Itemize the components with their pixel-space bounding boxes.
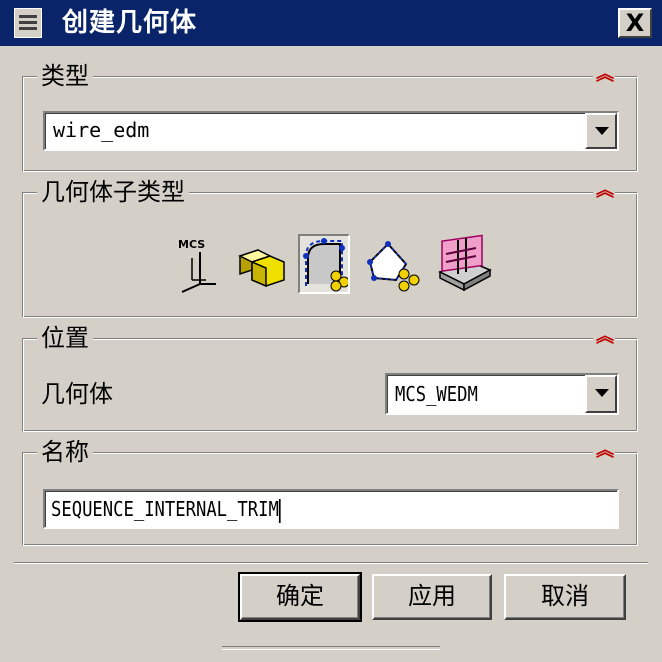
type-collapse-icon[interactable]: ︽: [593, 65, 615, 87]
name-input[interactable]: SEQUENCE_INTERNAL_TRIM: [43, 489, 619, 529]
position-collapse-icon[interactable]: ︽: [593, 327, 615, 349]
button-separator: [14, 562, 648, 564]
subtype-group-label: 几何体子类型: [37, 177, 189, 207]
name-group-label: 名称: [37, 437, 93, 467]
subtype-mcs-button[interactable]: MCS: [170, 234, 222, 294]
subtype-external-trim-button[interactable]: [298, 234, 350, 294]
position-group-label: 位置: [37, 323, 93, 353]
subtype-collapse-icon[interactable]: ︽: [593, 181, 615, 203]
subtype-workpiece-button[interactable]: [234, 234, 286, 294]
dialog-icon: [14, 8, 42, 38]
internal-trim-icon: [367, 241, 420, 292]
ok-button[interactable]: 确定: [238, 572, 362, 622]
mcs-icon: MCS: [178, 238, 216, 293]
type-dropdown-arrow-icon[interactable]: [585, 113, 617, 149]
geometry-select-value: MCS_WEDM: [395, 382, 478, 406]
type-group-label: 类型: [37, 61, 93, 91]
name-group: 名称 ︽ SEQUENCE_INTERNAL_TRIM: [22, 437, 638, 546]
geometry-label: 几何体: [41, 380, 113, 408]
mcs-icon-text: MCS: [178, 238, 205, 251]
cancel-button[interactable]: 取消: [504, 574, 626, 620]
title-bar: 创建几何体 X: [0, 0, 662, 46]
type-select[interactable]: wire_edm: [43, 111, 619, 151]
subtype-internal-trim-button[interactable]: [366, 234, 420, 294]
workpiece-icon: [238, 248, 285, 288]
close-button[interactable]: X: [618, 8, 652, 38]
window-title: 创建几何体: [62, 8, 198, 38]
name-input-value: SEQUENCE_INTERNAL_TRIM: [51, 497, 279, 521]
name-collapse-icon[interactable]: ︽: [593, 441, 615, 463]
external-trim-icon: [303, 238, 350, 292]
subtype-sequence-button[interactable]: [436, 234, 492, 294]
text-caret: [278, 498, 281, 523]
type-group: 类型 ︽ wire_edm: [22, 61, 638, 172]
apply-button[interactable]: 应用: [372, 574, 492, 620]
resize-grip[interactable]: [222, 646, 440, 650]
position-group: 位置 ︽ 几何体 MCS_WEDM: [22, 323, 638, 432]
geometry-dropdown-arrow-icon[interactable]: [585, 375, 617, 413]
geometry-select[interactable]: MCS_WEDM: [385, 373, 619, 415]
sequence-icon: [438, 234, 492, 292]
type-select-value: wire_edm: [53, 118, 150, 142]
